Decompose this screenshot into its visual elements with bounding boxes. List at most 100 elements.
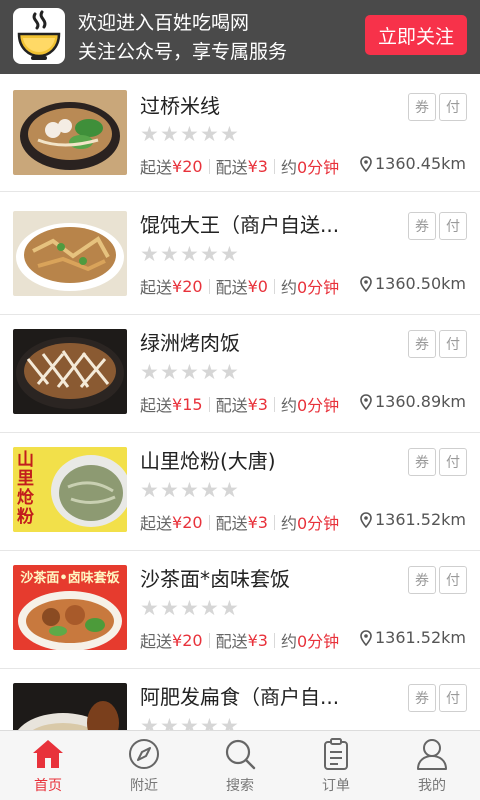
distance-value: 1361.52km [374, 510, 466, 529]
divider [273, 632, 275, 648]
location-pin-icon [360, 155, 372, 172]
follow-banner: 欢迎进入百姓吃喝网 关注公众号，享专属服务 立即关注 [0, 0, 480, 74]
star-icon: ★ [220, 122, 239, 146]
time-label: 约 [280, 158, 297, 177]
tab-label: 首页 [34, 778, 62, 794]
min-order-value: ¥20 [172, 512, 203, 532]
delivery-time-value: 0分钟 [296, 514, 340, 533]
star-icon: ★ [200, 122, 219, 146]
home-icon [33, 740, 63, 768]
shop-meta: 起送 ¥15 配送 ¥3 约 0分钟 [140, 392, 339, 416]
star-icon: ★ [160, 714, 179, 731]
divider [273, 396, 275, 412]
location-pin-icon [360, 275, 372, 292]
star-icon: ★ [140, 596, 159, 620]
shop-item[interactable]: 绿洲烤肉饭 ★ ★ ★ ★ ★ 起送 ¥15 配送 ¥3 约 0分钟 1360.89km… [0, 315, 480, 433]
shop-thumbnail [13, 90, 127, 175]
pay-tag: 付 [439, 93, 467, 121]
delivery-label: 配送 [215, 514, 248, 533]
shop-item[interactable]: 沙茶面•卤味套饭 沙茶面*卤味套饭 ★ ★ ★ ★ ★ 起送 ¥20 配送 ¥3 约 0… [0, 551, 480, 669]
location-pin-icon [360, 511, 372, 528]
divider [273, 514, 275, 530]
shop-item[interactable]: 阿肥发扁食（商户自... ★ ★ ★ ★ ★ 券 付 [0, 669, 480, 730]
star-icon: ★ [160, 122, 179, 146]
shop-thumbnail: 沙茶面•卤味套饭 [13, 565, 127, 650]
shop-name: 馄饨大王（商户自送... [140, 213, 340, 237]
tab-search[interactable]: 搜索 [192, 731, 288, 800]
pay-tag: 付 [439, 330, 467, 358]
min-order-value: ¥20 [172, 276, 203, 296]
delivery-label: 配送 [215, 278, 248, 297]
coupon-tag: 券 [408, 330, 436, 358]
star-icon: ★ [180, 596, 199, 620]
follow-button[interactable]: 立即关注 [365, 15, 467, 55]
bottom-tab-bar: 首页 附近 搜索 订单 我的 [0, 730, 480, 800]
time-label: 约 [280, 514, 297, 533]
distance-value: 1360.89km [374, 392, 466, 411]
coupon-tag: 券 [408, 93, 436, 121]
shop-list: 过桥米线 ★ ★ ★ ★ ★ 起送 ¥20 配送 ¥3 约 0分钟 1360.45km … [0, 74, 480, 730]
min-order-value: ¥20 [172, 630, 203, 650]
star-icon: ★ [220, 242, 239, 266]
shop-thumbnail [13, 329, 127, 414]
star-icon: ★ [140, 360, 159, 384]
delivery-fee-value: ¥3 [247, 630, 268, 650]
delivery-fee-value: ¥0 [247, 276, 268, 296]
coupon-tag: 券 [408, 448, 436, 476]
tab-profile[interactable]: 我的 [384, 731, 480, 800]
thumbnail-brand-text: 沙茶面•卤味套饭 [20, 571, 120, 586]
rating-stars: ★ ★ ★ ★ ★ [140, 480, 240, 501]
tab-label: 我的 [418, 778, 446, 794]
shop-name: 沙茶面*卤味套饭 [140, 567, 290, 591]
shop-meta: 起送 ¥20 配送 ¥3 约 0分钟 [140, 154, 339, 178]
tab-home[interactable]: 首页 [0, 731, 96, 800]
tab-label: 订单 [322, 778, 350, 794]
delivery-time-value: 0分钟 [296, 278, 340, 297]
star-icon: ★ [180, 478, 199, 502]
location-pin-icon [360, 629, 372, 646]
delivery-time-value: 0分钟 [296, 158, 340, 177]
shop-item[interactable]: 山里炝粉 山里炝粉(大唐) ★ ★ ★ ★ ★ 起送 ¥20 配送 ¥3 约 0分钟 1… [0, 433, 480, 551]
coupon-tag: 券 [408, 212, 436, 240]
shop-distance: 1361.52km [360, 628, 466, 647]
min-order-value: ¥20 [172, 156, 203, 176]
min-order-value: ¥15 [172, 394, 203, 414]
divider [208, 396, 210, 412]
divider [208, 632, 210, 648]
shop-item[interactable]: 过桥米线 ★ ★ ★ ★ ★ 起送 ¥20 配送 ¥3 约 0分钟 1360.45km … [0, 74, 480, 192]
star-icon: ★ [180, 122, 199, 146]
shop-thumbnail [13, 211, 127, 296]
delivery-fee-value: ¥3 [247, 394, 268, 414]
delivery-time-value: 0分钟 [296, 632, 340, 651]
star-icon: ★ [220, 596, 239, 620]
tab-label: 附近 [130, 778, 158, 794]
shop-meta: 起送 ¥20 配送 ¥3 约 0分钟 [140, 628, 339, 652]
star-icon: ★ [200, 242, 219, 266]
tab-nearby[interactable]: 附近 [96, 731, 192, 800]
tab-label: 搜索 [226, 778, 254, 794]
star-icon: ★ [140, 122, 159, 146]
rating-stars: ★ ★ ★ ★ ★ [140, 714, 240, 731]
coupon-tag: 券 [408, 566, 436, 594]
shop-name: 阿肥发扁食（商户自... [140, 685, 340, 709]
pay-tag: 付 [439, 566, 467, 594]
tab-orders[interactable]: 订单 [288, 731, 384, 800]
min-order-label: 起送 [140, 158, 173, 177]
min-order-label: 起送 [140, 514, 173, 533]
delivery-label: 配送 [215, 396, 248, 415]
order-icon [324, 738, 348, 770]
banner-subtitle: 关注公众号，享专属服务 [78, 41, 288, 63]
rating-stars: ★ ★ ★ ★ ★ [140, 362, 240, 383]
rating-stars: ★ ★ ★ ★ ★ [140, 598, 240, 619]
coupon-tag: 券 [408, 684, 436, 712]
distance-value: 1360.50km [374, 274, 466, 293]
delivery-label: 配送 [215, 632, 248, 651]
delivery-time-value: 0分钟 [296, 396, 340, 415]
star-icon: ★ [180, 360, 199, 384]
shop-item[interactable]: 馄饨大王（商户自送... ★ ★ ★ ★ ★ 起送 ¥20 配送 ¥0 约 0分钟 13… [0, 197, 480, 315]
star-icon: ★ [140, 478, 159, 502]
pay-tag: 付 [439, 212, 467, 240]
time-label: 约 [280, 632, 297, 651]
shop-meta: 起送 ¥20 配送 ¥3 约 0分钟 [140, 510, 339, 534]
shop-distance: 1360.45km [360, 154, 466, 173]
